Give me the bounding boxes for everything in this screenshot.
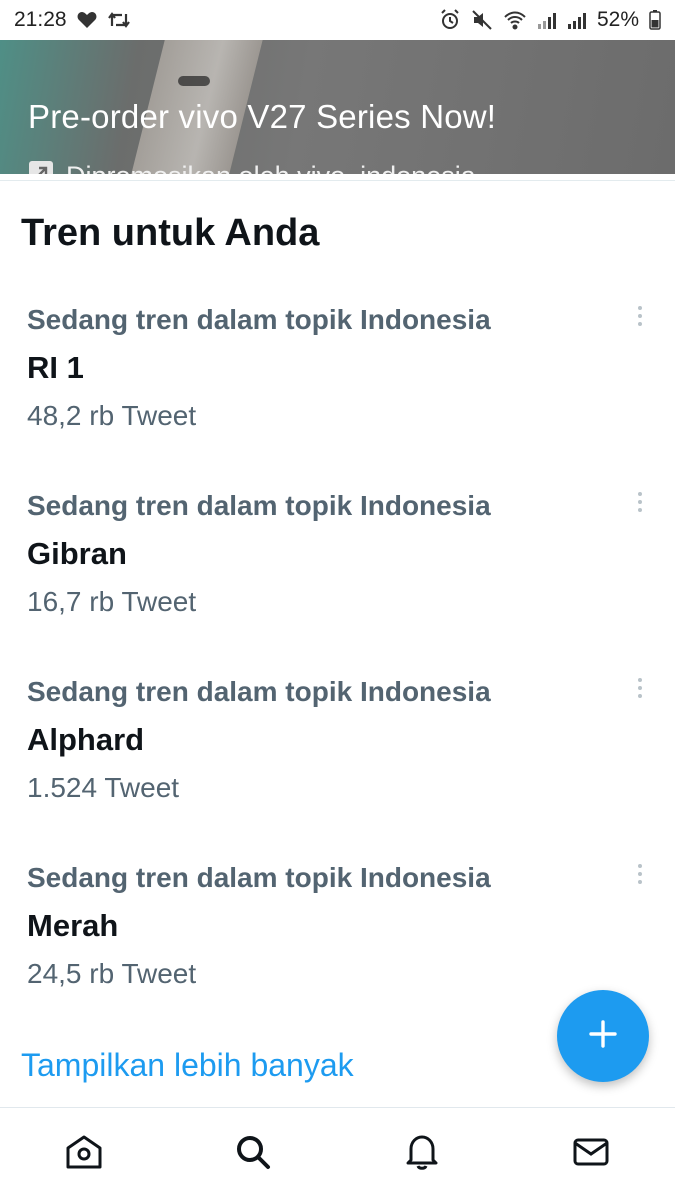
heart-icon	[77, 11, 97, 29]
more-options-icon[interactable]	[628, 304, 652, 336]
signal-icon	[567, 11, 587, 29]
promoted-icon	[28, 160, 54, 174]
section-title: Tren untuk Anda	[21, 212, 320, 254]
trend-count: 48,2 rb Tweet	[27, 400, 197, 431]
trend-item[interactable]: Sedang tren dalam topik Indonesia Merah …	[27, 862, 652, 990]
more-options-icon[interactable]	[628, 490, 652, 522]
more-options-icon[interactable]	[628, 862, 652, 894]
nav-search[interactable]	[213, 1114, 293, 1194]
trend-count: 1.524 Tweet	[27, 772, 180, 803]
trend-count: 24,5 rb Tweet	[27, 958, 197, 989]
nav-home[interactable]	[44, 1114, 124, 1194]
promoted-banner[interactable]: Pre-order vivo V27 Series Now! Dipromosi…	[0, 40, 675, 174]
compose-button[interactable]	[557, 990, 649, 1082]
trend-count: 16,7 rb Tweet	[27, 586, 197, 617]
promoted-by-label: Dipromosikan oleh vivo_indonesia	[66, 161, 476, 174]
messages-icon	[573, 1137, 609, 1172]
search-icon	[235, 1134, 271, 1175]
trend-item[interactable]: Sedang tren dalam topik Indonesia Alphar…	[27, 676, 652, 804]
signal-icon	[537, 11, 557, 29]
retweet-icon	[107, 10, 131, 30]
show-more-link[interactable]: Tampilkan lebih banyak	[21, 1047, 354, 1084]
plus-icon	[588, 1019, 618, 1054]
battery-percent: 52%	[596, 8, 639, 31]
more-options-icon[interactable]	[628, 676, 652, 708]
trend-name: Gibran	[27, 536, 127, 571]
notifications-icon	[405, 1133, 439, 1176]
promo-title[interactable]: Pre-order vivo V27 Series Now!	[28, 98, 496, 136]
alarm-icon	[439, 9, 461, 31]
trend-name: Merah	[27, 908, 119, 943]
trend-context: Sedang tren dalam topik Indonesia	[27, 304, 491, 335]
trend-context: Sedang tren dalam topik Indonesia	[27, 490, 491, 521]
home-icon	[65, 1134, 103, 1175]
battery-icon	[649, 10, 661, 30]
nav-notifications[interactable]	[382, 1114, 462, 1194]
bottom-nav	[0, 1108, 675, 1200]
trend-context: Sedang tren dalam topik Indonesia	[27, 676, 491, 707]
nav-messages[interactable]	[551, 1114, 631, 1194]
trend-item[interactable]: Sedang tren dalam topik Indonesia RI 1 4…	[27, 304, 652, 432]
mute-icon	[471, 9, 493, 31]
status-time: 21:28	[14, 8, 67, 31]
trend-context: Sedang tren dalam topik Indonesia	[27, 862, 491, 893]
divider	[0, 180, 675, 181]
trend-name: RI 1	[27, 350, 84, 385]
camera-image	[178, 76, 210, 86]
trend-item[interactable]: Sedang tren dalam topik Indonesia Gibran…	[27, 490, 652, 618]
promoted-by[interactable]: Dipromosikan oleh vivo_indonesia	[28, 160, 476, 174]
trend-name: Alphard	[27, 722, 145, 757]
wifi-icon	[503, 10, 527, 30]
status-bar: 21:28 52%	[0, 0, 675, 40]
